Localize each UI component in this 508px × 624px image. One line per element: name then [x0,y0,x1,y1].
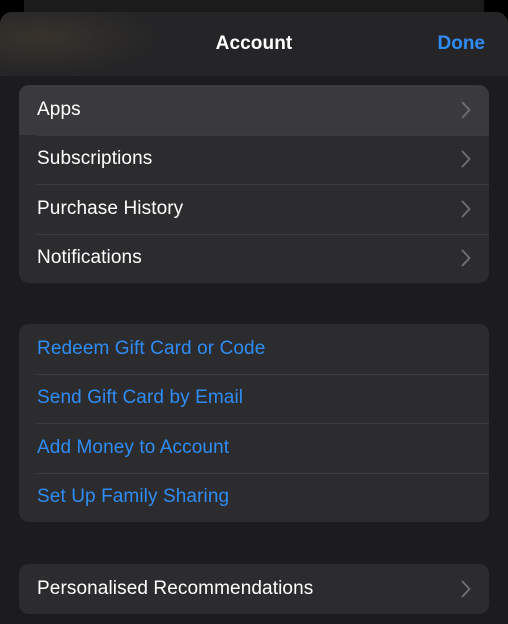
subscriptions-label: Subscriptions [37,148,153,170]
redeem-gift-card-link[interactable]: Redeem Gift Card or Code [37,338,265,360]
purchase-history-label: Purchase History [37,197,184,219]
family-sharing-link[interactable]: Set Up Family Sharing [37,486,229,508]
personalised-recommendations-row[interactable]: Personalised Recommendations [19,564,489,614]
done-button[interactable]: Done [438,33,486,55]
screen: Account Done Apps Subscriptions Purchase… [0,0,508,624]
add-money-link[interactable]: Add Money to Account [37,437,229,459]
apps-label: Apps [37,98,81,120]
redeem-gift-card-row[interactable]: Redeem Gift Card or Code [19,324,489,374]
chevron-right-icon [461,200,471,218]
account-sheet: Account Done Apps Subscriptions Purchase… [0,12,508,624]
chevron-right-icon [461,249,471,267]
apps-row[interactable]: Apps [19,85,489,135]
add-money-row[interactable]: Add Money to Account [19,423,489,473]
notifications-label: Notifications [37,247,142,269]
gift-card-actions-group: Redeem Gift Card or Code Send Gift Card … [19,324,489,522]
navigation-bar: Account Done [0,12,508,76]
chevron-right-icon [461,101,471,119]
subscriptions-row[interactable]: Subscriptions [19,134,489,185]
page-title: Account [215,33,293,54]
personalised-recommendations-label: Personalised Recommendations [37,577,314,599]
chevron-right-icon [461,150,471,168]
send-gift-card-link[interactable]: Send Gift Card by Email [37,387,243,409]
family-sharing-row[interactable]: Set Up Family Sharing [19,472,489,523]
purchase-history-row[interactable]: Purchase History [19,184,489,234]
chevron-right-icon [461,580,471,598]
recommendations-group: Personalised Recommendations [19,564,489,614]
account-sections-group: Apps Subscriptions Purchase History Noti… [19,85,489,283]
send-gift-card-row[interactable]: Send Gift Card by Email [19,373,489,424]
notifications-row[interactable]: Notifications [19,233,489,284]
